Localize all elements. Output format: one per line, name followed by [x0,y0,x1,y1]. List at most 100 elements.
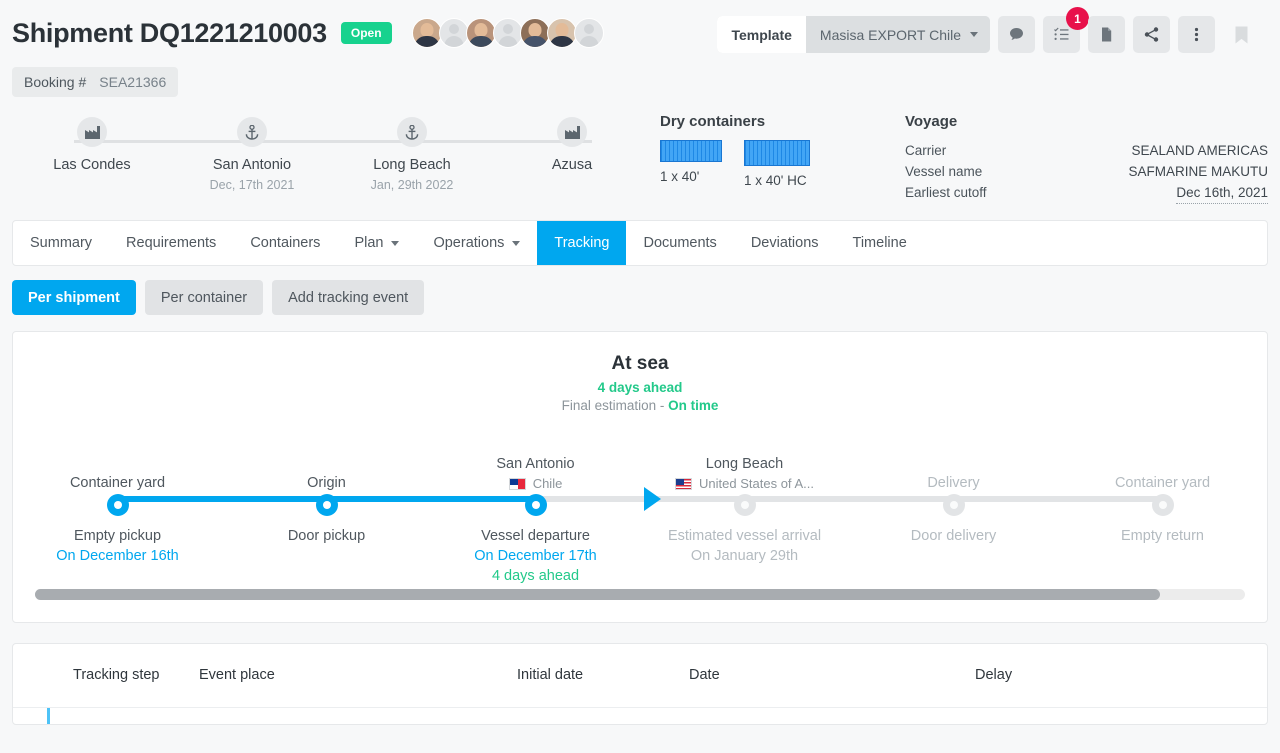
column-header-date[interactable]: Date [689,667,975,683]
template-dropdown[interactable]: Masisa EXPORT Chile [805,16,990,53]
column-header-event-place[interactable]: Event place [199,667,517,683]
avatar-user-5[interactable] [519,18,550,48]
timeline-step-event: Estimated vessel arrival [667,528,822,544]
route-step-las-condes[interactable]: Las Condes [12,117,172,192]
factory-icon [77,117,107,147]
voyage-value[interactable]: Dec 16th, 2021 [1176,182,1268,204]
chevron-down-icon [970,32,978,37]
route-stepper: Las Condes San Antonio Dec, 17th 2021 Lo… [12,113,652,204]
timeline-step-place: San Antonio [496,456,575,472]
route-step-san-antonio[interactable]: San Antonio Dec, 17th 2021 [172,117,332,192]
tracking-status: At sea 4 days ahead Final estimation - O… [13,332,1267,413]
route-step-date: Dec, 17th 2021 [209,178,295,192]
timeline-step-empty-pickup[interactable]: Container yard Empty pickup On December … [13,435,222,585]
tab-tracking[interactable]: Tracking [537,221,627,265]
container-label: 1 x 40' [660,169,700,184]
tab-operations[interactable]: Operations [416,221,537,265]
final-estimation-value: On time [668,398,719,413]
avatar-user-3[interactable] [465,18,496,48]
tracking-timeline-card: At sea 4 days ahead Final estimation - O… [12,331,1268,623]
subtab-per-container[interactable]: Per container [144,280,264,315]
column-header-delay[interactable]: Delay [975,667,1267,683]
avatar-user-6[interactable] [546,18,577,48]
tracking-status-title: At sea [611,353,669,374]
timeline-step-country: United States of A... [675,476,814,491]
timeline-dot-wrap [733,491,756,519]
tab-requirements[interactable]: Requirements [109,221,233,265]
booking-label: Booking # [24,74,87,90]
timeline-dot-pending[interactable] [942,494,965,516]
avatar-user-2[interactable] [438,18,469,48]
booking-value: SEA21366 [99,74,167,90]
route-step-azusa[interactable]: Azusa [492,117,652,192]
table-row-accent [47,708,50,724]
timeline-dot-pending[interactable] [1151,494,1174,516]
timeline-step-top: Container yard [1115,435,1210,491]
timeline-step-estimated-vessel-arrival[interactable]: Long Beach United States of A... Estimat… [640,435,849,585]
timeline-step-bottom: Door delivery [911,528,996,544]
timeline-steps: Container yard Empty pickup On December … [13,435,1267,585]
tab-label: Deviations [750,235,819,251]
subtab-per-shipment[interactable]: Per shipment [12,280,136,315]
column-header-tracking-step[interactable]: Tracking step [13,667,199,683]
timeline-step-place: Origin [307,475,346,491]
info-panels: Dry containers 1 x 40' 1 x 40' HC Voyage [652,113,1268,204]
avatar-user-1[interactable] [411,18,442,48]
voyage-title: Voyage [905,113,958,130]
dry-containers-title: Dry containers [660,113,766,130]
checklist-button[interactable]: 1 [1043,7,1089,53]
timeline-dot-done[interactable] [315,494,338,516]
timeline-step-bottom: Vessel departure On December 17th 4 days… [474,528,597,584]
timeline-step-door-pickup[interactable]: Origin Door pickup [222,435,431,585]
more-options-button[interactable] [1178,16,1215,53]
avatar-user-7[interactable] [573,18,604,48]
timeline-dot-done[interactable] [106,494,129,516]
tab-deviations[interactable]: Deviations [734,221,836,265]
timeline-step-door-delivery[interactable]: Delivery Door delivery [849,435,1058,585]
route-and-info: Las Condes San Antonio Dec, 17th 2021 Lo… [0,113,1280,204]
page-header: Shipment DQ1221210003 Open Template Masi [0,0,1280,97]
timeline-step-empty-return[interactable]: Container yard Empty return [1058,435,1267,585]
checklist-badge: 1 [1066,7,1089,30]
container-icon [744,140,810,166]
dry-containers-panel: Dry containers 1 x 40' 1 x 40' HC [660,113,905,204]
tab-summary[interactable]: Summary [13,221,109,265]
voyage-key: Vessel name [905,164,983,179]
subtab-add-tracking-event[interactable]: Add tracking event [272,280,425,315]
timeline-step-bottom: Empty pickup On December 16th [56,528,179,564]
timeline-dot-pending[interactable] [733,494,756,516]
voyage-value: SAFMARINE MAKUTU [1128,164,1268,179]
share-button[interactable] [1133,16,1170,53]
share-icon [1143,26,1160,43]
final-estimation-prefix: Final estimation - [561,398,669,413]
tab-label: Plan [354,235,384,251]
tab-documents[interactable]: Documents [626,221,733,265]
tab-label: Requirements [126,235,217,251]
timeline-step-top: Delivery [927,435,979,491]
avatar-user-4[interactable] [492,18,523,48]
voyage-panel: Voyage Carrier SEALAND AMERICAS Vessel n… [905,113,1268,204]
tab-containers[interactable]: Containers [233,221,337,265]
bookmark-button[interactable] [1223,16,1260,53]
route-step-label: San Antonio [212,157,292,173]
timeline-step-vessel-departure[interactable]: San Antonio Chile Vessel departure On De… [431,435,640,585]
container-item: 1 x 40' [660,140,722,188]
route-step-long-beach[interactable]: Long Beach Jan, 29th 2022 [332,117,492,192]
timeline-step-event: Empty return [1121,528,1204,544]
timeline-dot-current[interactable] [524,494,547,516]
template-label: Template [717,16,806,53]
tracking-status-sub: 4 days ahead [597,380,683,395]
column-header-initial-date[interactable]: Initial date [517,667,689,683]
tab-timeline[interactable]: Timeline [836,221,924,265]
tracking-final-estimation: Final estimation - On time [13,398,1267,413]
comment-button[interactable] [998,16,1035,53]
timeline-horizontal-scrollbar[interactable] [35,589,1245,600]
template-selector[interactable]: Template Masisa EXPORT Chile [717,16,990,53]
document-button[interactable] [1088,16,1125,53]
avatar-group[interactable] [411,18,604,48]
checklist-icon [1053,26,1070,43]
header-toolbar: Template Masisa EXPORT Chile 1 [717,7,1268,53]
scrollbar-thumb[interactable] [35,589,1161,600]
voyage-value: SEALAND AMERICAS [1131,143,1268,158]
tab-plan[interactable]: Plan [337,221,416,265]
